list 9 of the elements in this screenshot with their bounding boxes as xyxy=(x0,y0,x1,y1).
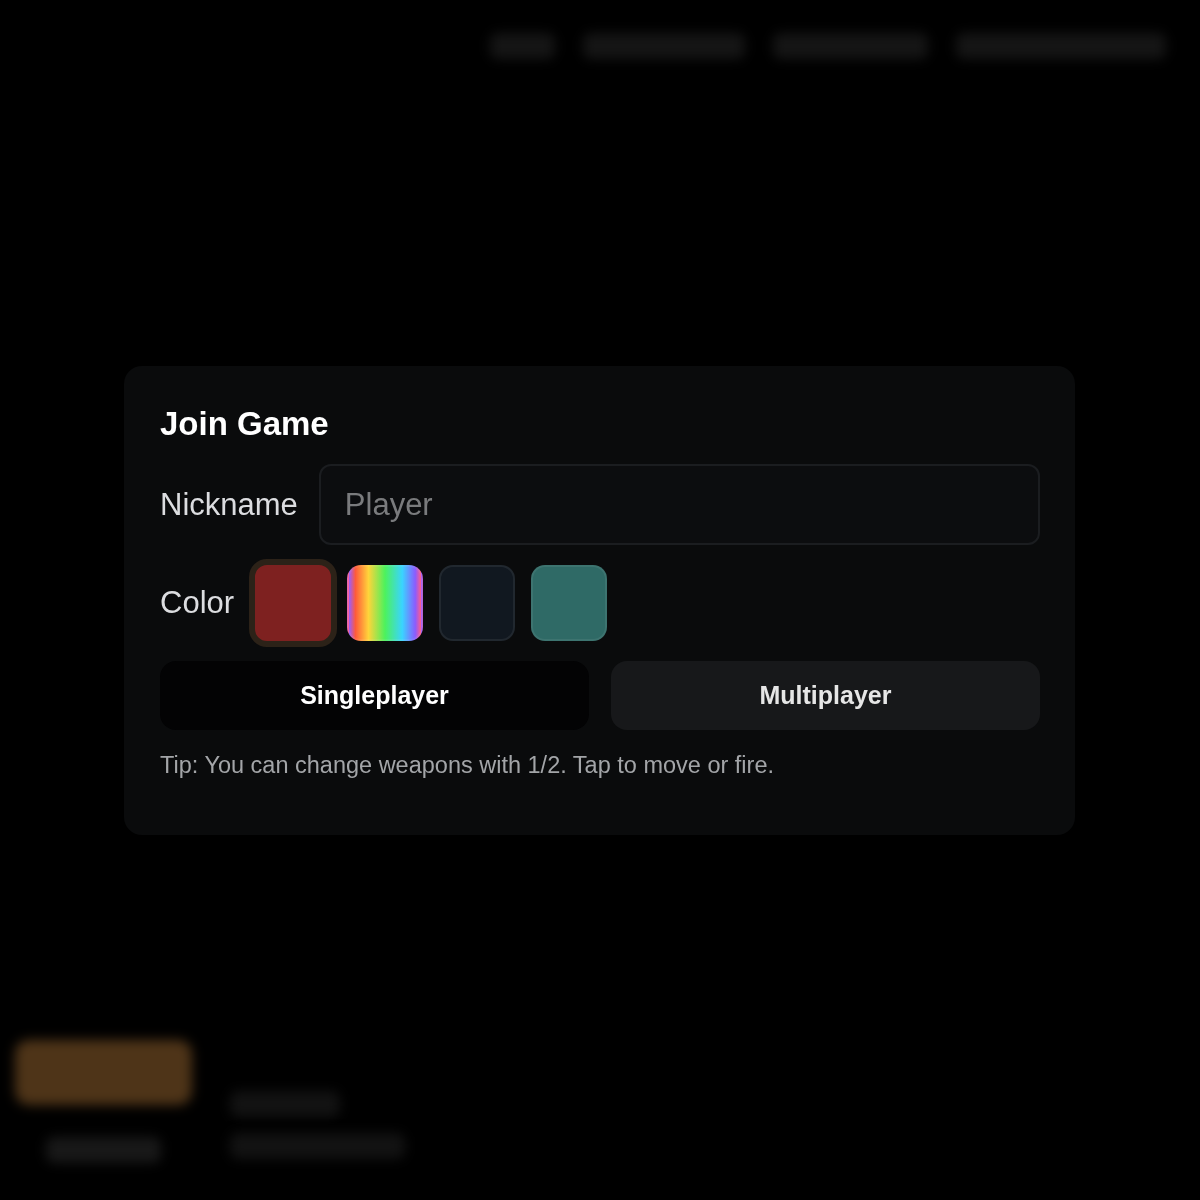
dialog-title: Join Game xyxy=(160,404,330,444)
mode-button[interactable]: Singleplayer xyxy=(160,661,589,730)
input-field[interactable]: Player xyxy=(318,464,1040,545)
field-label: Color xyxy=(160,585,235,621)
mode-button[interactable]: Multiplayer xyxy=(611,661,1040,730)
field-label: Nickname xyxy=(160,486,298,523)
color-swatch-icon[interactable] xyxy=(249,559,338,647)
rainbow-swatch-icon[interactable] xyxy=(347,565,424,641)
tip-text: Tip: You can change weapons with 1/2. Tap to move or fire. xyxy=(160,751,775,780)
